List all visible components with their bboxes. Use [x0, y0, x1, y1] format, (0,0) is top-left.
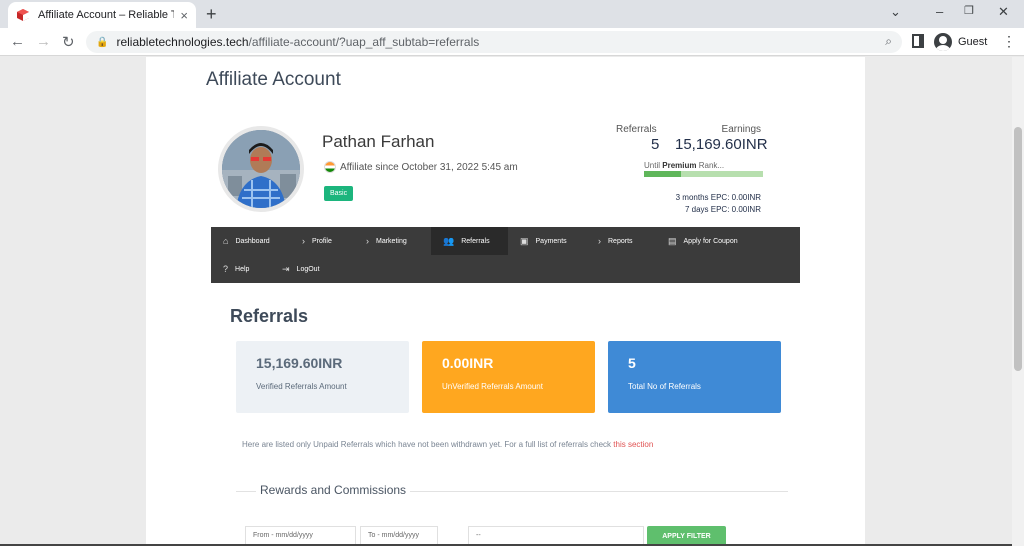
rank-progress-fill: [644, 171, 681, 177]
back-icon[interactable]: ←: [10, 33, 25, 50]
verified-amount-card: 15,169.60INR Verified Referrals Amount: [236, 341, 409, 413]
menu-referrals[interactable]: 👥 Referrals: [431, 227, 508, 255]
account-menu: ⌂ Dashboard › Profile › Marketing 👥 Referral…: [211, 227, 800, 283]
india-flag-icon: [324, 161, 336, 173]
profile-button[interactable]: Guest: [934, 31, 987, 53]
rank-badge: Basic: [324, 186, 354, 201]
card-label: Verified Referrals Amount: [256, 382, 347, 391]
help-icon: ?: [223, 264, 229, 274]
epc-7-days: 7 days EPC: 0.00INR: [684, 205, 761, 214]
referrals-label: Referrals: [616, 124, 657, 135]
minimize-icon[interactable]: ⌄: [890, 4, 901, 20]
card-value: 5: [628, 355, 636, 371]
lock-icon: 🔒: [96, 36, 109, 48]
home-icon: ⌂: [223, 236, 229, 246]
browser-tab[interactable]: Affiliate Account – Reliable Techno ×: [8, 2, 196, 28]
browser-tabstrip: Affiliate Account – Reliable Techno × + …: [0, 0, 1024, 28]
referrals-value: 5: [651, 136, 660, 153]
profile-photo: [222, 130, 300, 208]
menu-profile[interactable]: › Profile: [290, 227, 344, 255]
card-label: UnVerified Referrals Amount: [442, 382, 543, 391]
card-value: 0.00INR: [442, 355, 494, 371]
logout-icon: ⇥: [282, 263, 290, 274]
profile-name: Pathan Farhan: [322, 132, 435, 151]
browser-toolbar: ← → ↻ 🔒 reliabletechnologies.tech/affili…: [0, 28, 1024, 56]
rank-progress-text: Until Premium Rank...: [644, 161, 725, 170]
full-list-link[interactable]: this section: [613, 440, 653, 449]
from-date-input[interactable]: From - mm/dd/yyyy: [245, 526, 356, 546]
status-select[interactable]: --: [468, 526, 644, 546]
section-title: Referrals: [230, 306, 309, 326]
menu-payments[interactable]: ▣ Payments: [508, 227, 579, 255]
url-text: reliabletechnologies.tech/affiliate-acco…: [116, 35, 480, 49]
to-date-input[interactable]: To - mm/dd/yyyy: [360, 526, 438, 546]
favicon-cube-icon: [17, 9, 29, 21]
page-title: Affiliate Account: [206, 69, 341, 90]
restore-icon[interactable]: ❐: [964, 4, 974, 17]
chevron-right-icon: ›: [366, 236, 369, 246]
forward-icon[interactable]: →: [36, 33, 51, 50]
plus-icon[interactable]: +: [206, 4, 217, 25]
card-label: Total No of Referrals: [628, 382, 701, 391]
kebab-menu-icon[interactable]: ⋮: [1002, 33, 1016, 50]
content-paper: Affiliate Account Pathan Farhan Affiliat…: [146, 57, 865, 546]
apply-filter-button[interactable]: APPLY FILTER: [647, 526, 726, 546]
card-value: 15,169.60INR: [256, 355, 343, 371]
avatar: [218, 126, 304, 212]
affiliate-since: Affiliate since October 31, 2022 5:45 am: [324, 161, 518, 173]
avatar-icon: [934, 33, 952, 51]
epc-stats: 3 months EPC: 0.00INR 7 days EPC: 0.00IN…: [644, 192, 761, 216]
tab-title: Affiliate Account – Reliable Techno: [38, 9, 175, 21]
profile-label: Guest: [958, 36, 988, 48]
scrollbar-thumb[interactable]: [1014, 127, 1022, 371]
menu-apply-coupon[interactable]: ▤ Apply for Coupon: [656, 227, 750, 255]
sidepanel-icon[interactable]: [912, 34, 924, 48]
earnings-value: 15,169.60INR: [675, 136, 768, 153]
chevron-right-icon: ›: [302, 236, 305, 246]
money-icon: ▣: [520, 235, 529, 246]
window-close-icon[interactable]: ✕: [998, 4, 1009, 20]
menu-help[interactable]: ? Help: [211, 255, 261, 283]
unverified-amount-card: 0.00INR UnVerified Referrals Amount: [422, 341, 595, 413]
unpaid-note: Here are listed only Unpaid Referrals wh…: [242, 440, 654, 449]
address-bar[interactable]: 🔒 reliabletechnologies.tech/affiliate-ac…: [86, 31, 902, 53]
menu-reports[interactable]: › Reports: [586, 227, 645, 255]
menu-marketing[interactable]: › Marketing: [354, 227, 419, 255]
zoom-icon[interactable]: ⌕: [885, 34, 892, 49]
minimize-icon[interactable]: –: [936, 4, 943, 19]
menu-logout[interactable]: ⇥ LogOut: [270, 255, 332, 283]
coupon-icon: ▤: [668, 235, 677, 246]
page-viewport: Affiliate Account Pathan Farhan Affiliat…: [0, 57, 1012, 546]
menu-dashboard[interactable]: ⌂ Dashboard: [211, 227, 282, 255]
close-icon[interactable]: ×: [180, 8, 188, 23]
rewards-divider: Rewards and Commissions: [236, 483, 788, 499]
epc-3-months: 3 months EPC: 0.00INR: [675, 193, 761, 202]
total-referrals-card: 5 Total No of Referrals: [608, 341, 781, 413]
rank-progress-bar: [644, 171, 763, 177]
chevron-right-icon: ›: [598, 236, 601, 246]
users-icon: 👥: [443, 235, 455, 246]
earnings-label: Earnings: [721, 124, 761, 135]
affiliate-since-text: Affiliate since October 31, 2022 5:45 am: [340, 161, 518, 173]
page-scrollbar[interactable]: [1012, 57, 1024, 546]
rewards-title: Rewards and Commissions: [256, 483, 411, 497]
reload-icon[interactable]: ↻: [62, 33, 75, 51]
